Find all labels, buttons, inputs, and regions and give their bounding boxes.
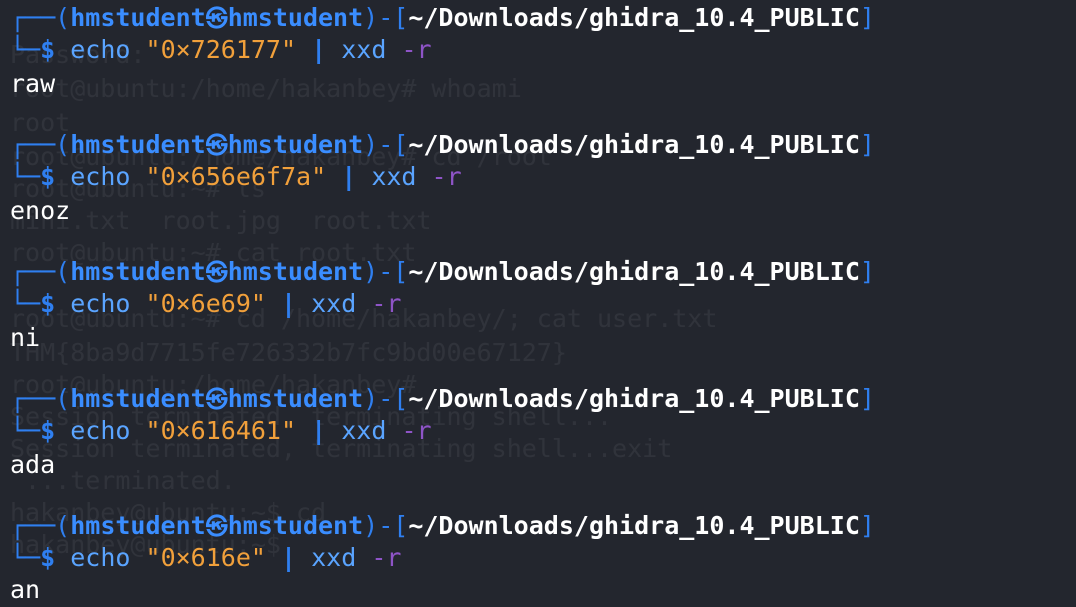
prompt-user: hmstudent bbox=[70, 130, 206, 159]
pipe-symbol: | bbox=[311, 416, 327, 445]
command-argument: "0×6e69" bbox=[145, 289, 266, 318]
command-tool: xxd bbox=[341, 416, 387, 445]
prompt-box-bottom: └─ bbox=[10, 543, 41, 572]
prompt-path: ~/Downloads/ghidra_10.4_PUBLIC bbox=[408, 511, 860, 540]
prompt-path: ~/Downloads/ghidra_10.4_PUBLIC bbox=[408, 3, 860, 32]
pipe-symbol: | bbox=[341, 162, 357, 191]
prompt-path: ~/Downloads/ghidra_10.4_PUBLIC bbox=[408, 130, 860, 159]
prompt-header-line: ┌──(hmstudent㉿hmstudent)-[~/Downloads/gh… bbox=[10, 256, 875, 288]
command-line[interactable]: └─$ echo "0×656e6f7a" | xxd -r bbox=[10, 161, 462, 193]
prompt-box-sep: )-[ bbox=[363, 3, 409, 32]
prompt-box-close: ] bbox=[859, 130, 875, 159]
command-name: echo bbox=[70, 162, 131, 191]
command-tool: xxd bbox=[371, 162, 417, 191]
command-output: an bbox=[10, 575, 41, 604]
prompt-box-bottom: └─ bbox=[10, 35, 41, 64]
prompt-box-close: ] bbox=[859, 511, 875, 540]
prompt-path: ~/Downloads/ghidra_10.4_PUBLIC bbox=[408, 384, 860, 413]
command-flag: -r bbox=[371, 543, 402, 572]
prompt-dollar: $ bbox=[40, 416, 56, 445]
command-flag: -r bbox=[401, 35, 432, 64]
prompt-at-icon: ㉿ bbox=[205, 134, 228, 159]
prompt-at-icon: ㉿ bbox=[205, 388, 228, 413]
pipe-symbol: | bbox=[311, 35, 327, 64]
ghost-line: root@ubuntu:/home/hakanbey# whoami bbox=[10, 74, 522, 103]
command-argument: "0×726177" bbox=[145, 35, 297, 64]
prompt-box-bottom: └─ bbox=[10, 416, 41, 445]
prompt-header-line: ┌──(hmstudent㉿hmstudent)-[~/Downloads/gh… bbox=[10, 2, 875, 34]
prompt-box-corner: ┌──( bbox=[10, 130, 71, 159]
pipe-symbol: | bbox=[281, 543, 297, 572]
command-name: echo bbox=[70, 289, 131, 318]
prompt-header-line: ┌──(hmstudent㉿hmstudent)-[~/Downloads/gh… bbox=[10, 129, 875, 161]
prompt-host: hmstudent bbox=[227, 384, 364, 413]
command-argument: "0×656e6f7a" bbox=[145, 162, 327, 191]
prompt-host: hmstudent bbox=[227, 3, 364, 32]
prompt-user: hmstudent bbox=[70, 257, 206, 286]
prompt-box-close: ] bbox=[859, 384, 875, 413]
command-line[interactable]: └─$ echo "0×616461" | xxd -r bbox=[10, 415, 432, 447]
command-output: ni bbox=[10, 323, 41, 352]
command-argument: "0×616e" bbox=[145, 543, 266, 572]
command-flag: -r bbox=[401, 416, 432, 445]
prompt-dollar: $ bbox=[40, 162, 56, 191]
prompt-header-line: ┌──(hmstudent㉿hmstudent)-[~/Downloads/gh… bbox=[10, 510, 875, 542]
prompt-path: ~/Downloads/ghidra_10.4_PUBLIC bbox=[408, 257, 860, 286]
prompt-host: hmstudent bbox=[227, 511, 364, 540]
command-name: echo bbox=[70, 416, 131, 445]
command-line[interactable]: └─$ echo "0×6e69" | xxd -r bbox=[10, 288, 401, 320]
command-name: echo bbox=[70, 543, 131, 572]
prompt-box-bottom: └─ bbox=[10, 162, 41, 191]
prompt-dollar: $ bbox=[40, 289, 56, 318]
prompt-user: hmstudent bbox=[70, 511, 206, 540]
prompt-box-corner: ┌──( bbox=[10, 257, 71, 286]
command-output: ada bbox=[10, 450, 56, 479]
prompt-at-icon: ㉿ bbox=[205, 7, 228, 32]
prompt-user: hmstudent bbox=[70, 384, 206, 413]
command-output: enoz bbox=[10, 196, 71, 225]
prompt-at-icon: ㉿ bbox=[205, 515, 228, 540]
pipe-symbol: | bbox=[281, 289, 297, 318]
command-flag: -r bbox=[431, 162, 462, 191]
prompt-box-sep: )-[ bbox=[363, 257, 409, 286]
ghost-line: mini.txt root.jpg root.txt bbox=[10, 206, 432, 235]
prompt-box-corner: ┌──( bbox=[10, 384, 71, 413]
prompt-box-bottom: └─ bbox=[10, 289, 41, 318]
command-argument: "0×616461" bbox=[145, 416, 297, 445]
command-output: raw bbox=[10, 69, 56, 98]
ghost-line: THM{8ba9d7715fe726332b7fc9bd00e67127} bbox=[10, 338, 567, 367]
prompt-host: hmstudent bbox=[227, 257, 364, 286]
prompt-box-sep: )-[ bbox=[363, 384, 409, 413]
command-line[interactable]: └─$ echo "0×726177" | xxd -r bbox=[10, 34, 432, 66]
command-tool: xxd bbox=[341, 35, 387, 64]
command-flag: -r bbox=[371, 289, 402, 318]
prompt-user: hmstudent bbox=[70, 3, 206, 32]
prompt-dollar: $ bbox=[40, 35, 56, 64]
prompt-dollar: $ bbox=[40, 543, 56, 572]
prompt-host: hmstudent bbox=[227, 130, 364, 159]
command-tool: xxd bbox=[311, 543, 357, 572]
prompt-box-sep: )-[ bbox=[363, 130, 409, 159]
prompt-box-sep: )-[ bbox=[363, 511, 409, 540]
prompt-header-line: ┌──(hmstudent㉿hmstudent)-[~/Downloads/gh… bbox=[10, 383, 875, 415]
prompt-box-close: ] bbox=[859, 3, 875, 32]
command-line[interactable]: └─$ echo "0×616e" | xxd -r bbox=[10, 542, 401, 574]
terminal-window[interactable]: Password: root@ubuntu:/home/hakanbey# wh… bbox=[0, 0, 1076, 607]
command-name: echo bbox=[70, 35, 131, 64]
command-tool: xxd bbox=[311, 289, 357, 318]
prompt-box-corner: ┌──( bbox=[10, 3, 71, 32]
prompt-box-corner: ┌──( bbox=[10, 511, 71, 540]
prompt-box-close: ] bbox=[859, 257, 875, 286]
prompt-at-icon: ㉿ bbox=[205, 261, 228, 286]
